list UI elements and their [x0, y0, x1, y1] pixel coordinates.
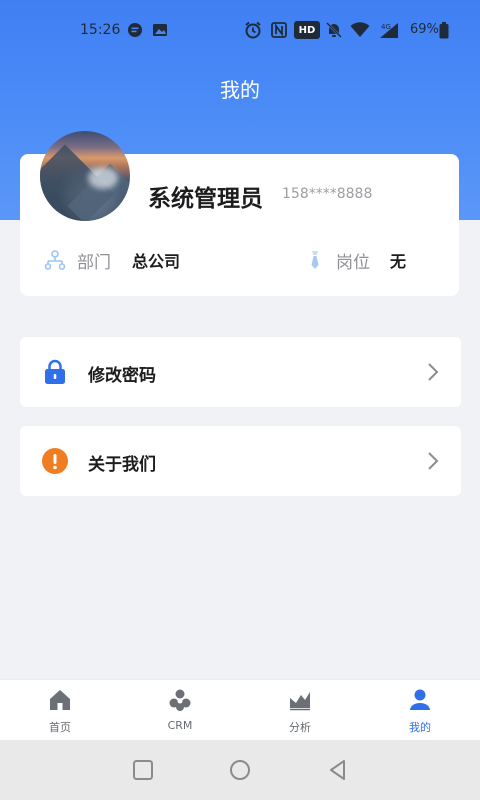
alarm-icon — [243, 21, 263, 39]
user-phone: 158****8888 — [282, 186, 373, 202]
about-us-item[interactable]: 关于我们 — [20, 426, 461, 496]
change-password-label: 修改密码 — [88, 366, 156, 386]
department-label: 部门 — [77, 252, 111, 273]
home-button[interactable] — [228, 758, 252, 782]
battery-percent: 69% — [410, 22, 439, 37]
position-row: 岗位 无 — [306, 248, 407, 273]
recent-apps-button[interactable] — [131, 758, 155, 782]
status-time: 15:26 — [80, 22, 121, 38]
status-bar: 15:26 HD 4G 69% — [0, 0, 480, 62]
avatar[interactable] — [40, 131, 130, 221]
department-icon — [44, 249, 66, 271]
tab-mine-label: 我的 — [409, 721, 431, 734]
bottom-tab-bar: 首页 CRM 分析 我的 — [0, 679, 480, 740]
mute-icon — [324, 21, 344, 39]
tab-home-label: 首页 — [49, 721, 71, 734]
chevron-right-icon — [427, 362, 439, 382]
image-notification-icon — [151, 21, 169, 39]
lock-icon — [42, 359, 68, 385]
tab-analysis[interactable]: 分析 — [240, 680, 360, 741]
tab-crm[interactable]: CRM — [120, 680, 240, 741]
svg-text:4G: 4G — [381, 23, 391, 31]
tab-home[interactable]: 首页 — [0, 680, 120, 741]
battery-icon — [438, 21, 450, 39]
user-icon — [408, 688, 432, 712]
about-us-label: 关于我们 — [88, 455, 156, 475]
position-value: 无 — [390, 252, 407, 271]
tab-mine[interactable]: 我的 — [360, 680, 480, 741]
position-label: 岗位 — [336, 252, 370, 273]
nfc-icon — [270, 21, 288, 39]
change-password-item[interactable]: 修改密码 — [20, 337, 461, 407]
chart-icon — [288, 688, 312, 712]
back-button[interactable] — [326, 758, 350, 782]
tab-analysis-label: 分析 — [289, 721, 311, 734]
user-name: 系统管理员 — [148, 186, 263, 212]
page-title: 我的 — [220, 78, 260, 102]
wifi-icon — [350, 21, 370, 39]
department-row: 部门 总公司 — [44, 248, 181, 273]
info-alert-icon — [42, 448, 68, 474]
cellular-signal-icon: 4G — [377, 21, 401, 39]
chat-notification-icon — [126, 21, 144, 39]
home-icon — [48, 688, 72, 712]
tie-icon — [306, 249, 324, 271]
chevron-right-icon — [427, 451, 439, 471]
hd-badge: HD — [294, 21, 320, 39]
tab-crm-label: CRM — [167, 719, 193, 732]
system-nav-bar — [0, 740, 480, 800]
department-value: 总公司 — [132, 252, 181, 271]
crm-icon — [168, 688, 192, 712]
